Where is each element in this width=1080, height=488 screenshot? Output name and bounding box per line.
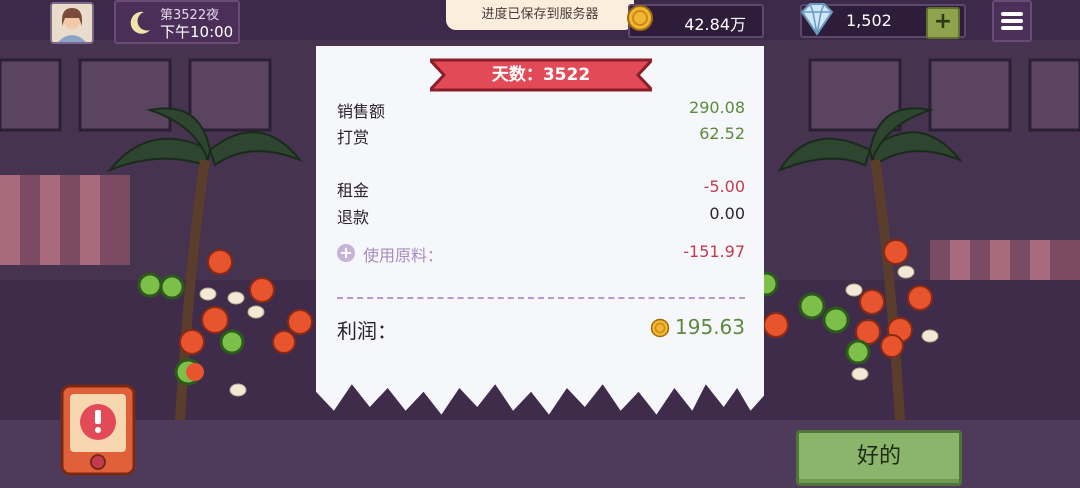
menu-button[interactable] xyxy=(992,0,1032,42)
profit-label: 利润： xyxy=(337,319,397,343)
ingredients-label: 使用原料： xyxy=(363,246,444,265)
menu-icon xyxy=(1001,12,1023,16)
ok-button[interactable]: 好的 xyxy=(796,430,962,486)
coin-amount: 42.84万 xyxy=(684,15,746,34)
sales-amount: 290.08 xyxy=(689,98,745,117)
expand-plus-icon[interactable]: + xyxy=(337,244,355,262)
sales-row: 销售额 290.08 xyxy=(337,98,745,122)
gem-balance: 1,502 + xyxy=(800,3,966,39)
refund-row: 退款 0.00 xyxy=(337,204,745,228)
ingredients-amount: -151.97 xyxy=(683,242,745,261)
clock-time: 下午10:00 xyxy=(160,23,234,41)
diamond-icon xyxy=(800,3,834,36)
day-night-indicator: 第3522夜 下午10:00 xyxy=(114,0,240,44)
receipt-title: 天数：3522 xyxy=(491,65,591,85)
alert-phone-button[interactable] xyxy=(58,382,138,478)
gem-amount: 1,502 xyxy=(846,11,892,30)
tips-amount: 62.52 xyxy=(699,124,745,143)
coin-icon xyxy=(627,5,653,31)
rent-row: 租金 -5.00 xyxy=(337,177,745,201)
menu-icon-bar xyxy=(1001,19,1023,23)
menu-icon-bar xyxy=(1001,26,1023,30)
profit-amount: 195.63 xyxy=(675,315,745,339)
rent-amount: -5.00 xyxy=(703,177,745,196)
refund-amount: 0.00 xyxy=(709,204,745,223)
tips-row: 打赏 62.52 xyxy=(337,124,745,148)
moon-icon xyxy=(130,11,150,34)
player-avatar[interactable] xyxy=(50,2,94,44)
sales-label: 销售额 xyxy=(337,102,386,121)
rent-label: 租金 xyxy=(337,181,370,200)
add-gems-button[interactable]: + xyxy=(926,7,960,39)
avatar-portrait-icon xyxy=(52,4,92,42)
refund-label: 退款 xyxy=(337,208,370,227)
receipt-title-ribbon: 天数：3522 xyxy=(430,56,652,94)
coin-icon xyxy=(650,318,670,338)
ingredients-row[interactable]: + 使用原料： -151.97 xyxy=(337,242,745,266)
save-status-toast: 进度已保存到服务器 xyxy=(446,0,634,30)
receipt-divider xyxy=(337,297,745,299)
coin-balance: 42.84万 xyxy=(627,4,764,38)
tips-label: 打赏 xyxy=(337,128,370,147)
